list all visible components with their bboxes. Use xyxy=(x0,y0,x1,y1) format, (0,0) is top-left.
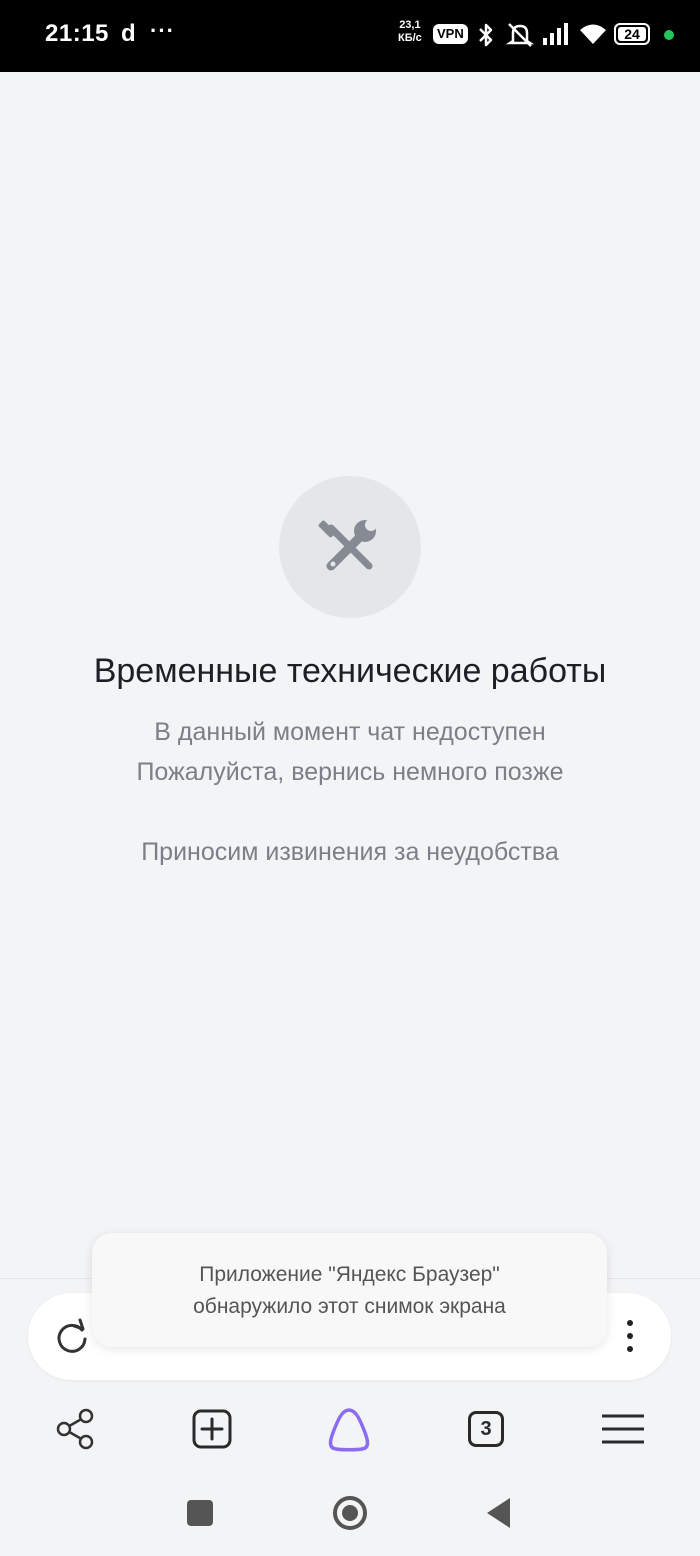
battery-level: 24 xyxy=(624,26,640,42)
home-icon[interactable] xyxy=(331,1490,369,1536)
network-speed-value: 23,1 xyxy=(399,19,421,31)
back-icon[interactable] xyxy=(484,1490,514,1536)
notification-icon: d xyxy=(121,20,136,47)
status-bar: 21:15 d ··· 23,1 КБ/с VPN 24 xyxy=(0,0,700,72)
bluetooth-icon xyxy=(479,23,493,47)
wifi-icon xyxy=(580,24,606,44)
network-speed: 23,1 КБ/с xyxy=(398,19,422,45)
tools-icon xyxy=(318,519,377,571)
unavailable-message: В данный момент чат недоступен xyxy=(154,718,546,746)
clock: 21:15 xyxy=(45,20,109,47)
toast-line-2: обнаружило этот снимок экрана xyxy=(193,1295,506,1318)
screenshot-toast: Приложение "Яндекс Браузер" обнаружило э… xyxy=(92,1233,607,1347)
recent-apps-icon[interactable] xyxy=(186,1490,214,1536)
more-vertical-icon[interactable] xyxy=(622,1317,638,1357)
reload-icon[interactable] xyxy=(52,1317,92,1357)
tab-count: 3 xyxy=(480,1417,492,1440)
signal-icon xyxy=(543,23,568,45)
page-title: Временные технические работы xyxy=(93,652,607,690)
new-tab-icon xyxy=(192,1409,232,1449)
maintenance-icon-circle xyxy=(279,476,421,618)
retry-later-message: Пожалуйста, вернись немного позже xyxy=(136,758,564,786)
menu-icon xyxy=(602,1414,644,1444)
mute-alarm-icon xyxy=(506,23,534,47)
menu-button[interactable] xyxy=(598,1404,648,1454)
share-button[interactable] xyxy=(50,1404,100,1454)
alice-button[interactable] xyxy=(324,1404,374,1454)
more-notifications-icon: ··· xyxy=(150,18,175,43)
privacy-indicator xyxy=(664,30,674,40)
alice-icon xyxy=(328,1408,370,1452)
tabs-button[interactable]: 3 xyxy=(461,1404,511,1454)
tabs-icon: 3 xyxy=(468,1411,504,1447)
share-icon xyxy=(56,1408,94,1450)
new-tab-button[interactable] xyxy=(187,1404,237,1454)
toast-line-1: Приложение "Яндекс Браузер" xyxy=(199,1263,500,1286)
apology-message: Приносим извинения за неудобства xyxy=(141,838,559,866)
network-speed-unit: КБ/с xyxy=(398,32,422,44)
vpn-badge: VPN xyxy=(433,24,468,44)
battery-icon: 24 xyxy=(614,23,650,45)
